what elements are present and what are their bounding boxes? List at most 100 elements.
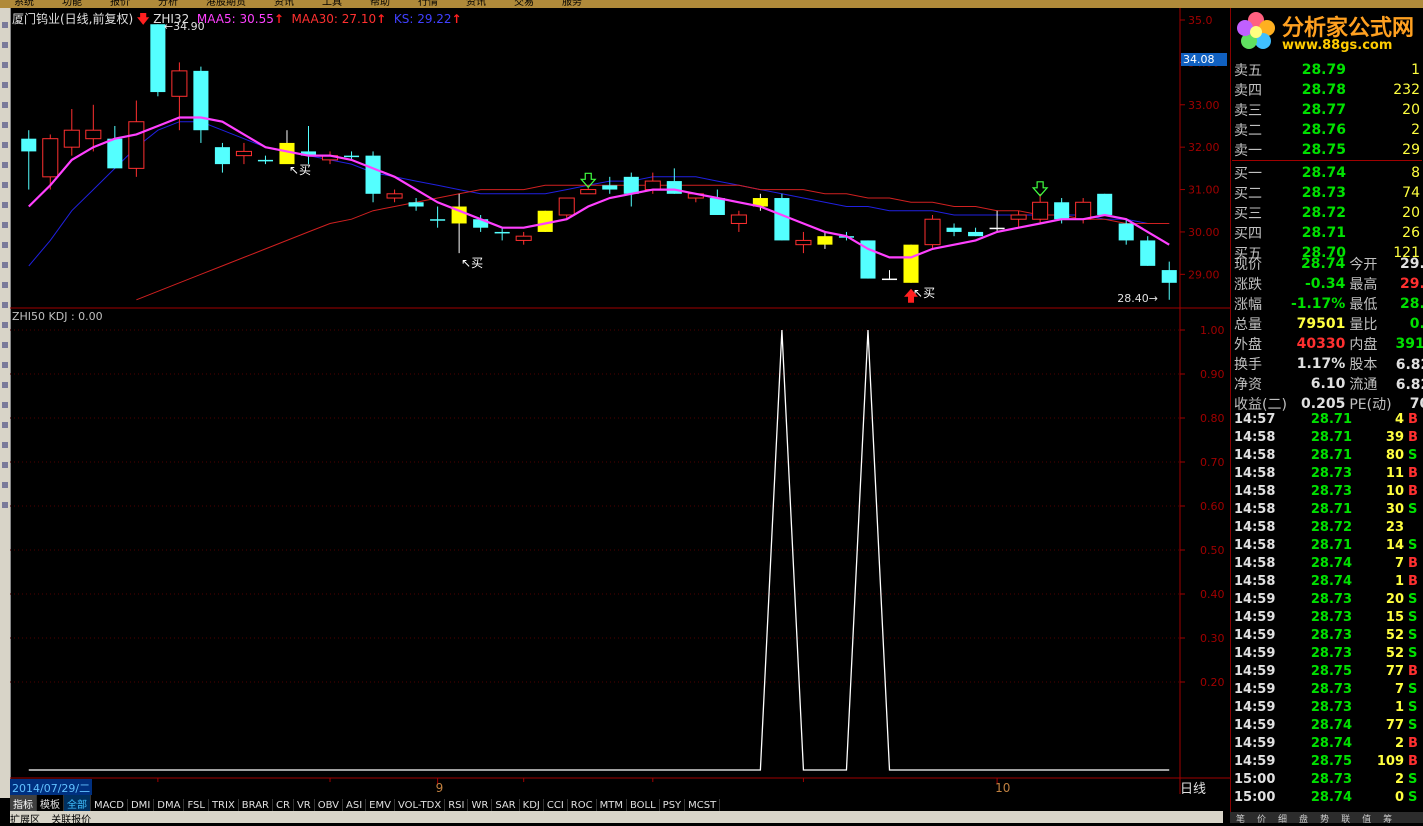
tick-time: 15:00 <box>1234 771 1276 787</box>
menu-item[interactable]: 功能 <box>62 0 82 8</box>
maa30-label: MAA30: 27.10 <box>291 12 377 26</box>
menu-item[interactable]: 港股期货 <box>206 0 246 8</box>
stat-value: 6.10 <box>1310 376 1346 392</box>
right-tab[interactable]: 联 <box>1341 815 1350 825</box>
tick-price: 28.73 <box>1310 591 1352 607</box>
right-tab[interactable]: 值 <box>1362 815 1371 825</box>
tick-side: S <box>1408 681 1418 697</box>
level-volume: 1 <box>1411 62 1420 78</box>
tick-price: 28.74 <box>1310 717 1352 733</box>
right-tab[interactable]: 细 <box>1278 815 1287 825</box>
x-axis-label: 9 <box>436 781 444 794</box>
tick-time: 14:58 <box>1234 429 1276 445</box>
stat-row: 总量 79501量比 0.89 <box>1232 314 1423 334</box>
order-book-row: 卖一 28.75 29 <box>1232 140 1422 161</box>
tick-side: S <box>1408 447 1418 463</box>
tick-volume: 1 <box>1394 573 1404 589</box>
level-label: 卖四 <box>1234 83 1262 99</box>
price-axis-label: 31.00 <box>1188 184 1220 197</box>
menu-item[interactable]: 分析 <box>158 0 178 8</box>
indicator-axis-label: 0.60 <box>1200 500 1225 513</box>
maa30-line <box>136 184 1170 301</box>
candle-body <box>515 235 532 241</box>
menu-bar[interactable]: 系统 功能 报价 分析 港股期货 资讯 工具 帮助 行情 资讯 交易 服务 <box>0 0 1423 8</box>
main-chart-header: 厦门钨业(日线,前复权) 🡇 ZHI32 MAA5: 30.55↑ MAA30:… <box>12 10 462 31</box>
stat-value: -1.17% <box>1290 296 1346 312</box>
menu-item[interactable]: 工具 <box>322 0 342 8</box>
menu-item[interactable]: 服务 <box>562 0 582 8</box>
stat-label: 内盘 <box>1349 337 1378 353</box>
tick-time: 14:59 <box>1234 627 1276 643</box>
indicator-axis-label: 0.20 <box>1200 676 1225 689</box>
tick-side: S <box>1408 627 1418 643</box>
tick-row: 14:58 28.73 11 B <box>1232 464 1422 482</box>
tick-row: 14:58 28.71 80 S <box>1232 446 1422 464</box>
level-price: 28.79 <box>1301 62 1346 78</box>
stat-value: 39171 <box>1395 336 1423 352</box>
level-volume: 8 <box>1411 165 1420 181</box>
tick-price: 28.73 <box>1310 681 1352 697</box>
indicator-tab-模板[interactable]: 模板 <box>37 795 64 812</box>
menu-item[interactable]: 帮助 <box>370 0 390 8</box>
tick-time: 14:59 <box>1234 609 1276 625</box>
tick-row: 14:58 28.71 30 S <box>1232 500 1422 518</box>
level-price: 28.78 <box>1301 82 1346 98</box>
indicator-tab-指标[interactable]: 指标 <box>10 795 37 812</box>
logo-url: www.88gs.com <box>1282 38 1393 53</box>
menu-item[interactable]: 资讯 <box>466 0 486 8</box>
indicator-tab-全部[interactable]: 全部 <box>64 795 91 812</box>
candle-body <box>730 214 747 224</box>
menu-item[interactable]: 报价 <box>110 0 130 8</box>
stat-label: 总量 <box>1234 317 1262 333</box>
menu-item[interactable]: 交易 <box>514 0 534 8</box>
right-tab[interactable]: 盘 <box>1299 815 1308 825</box>
indicator-axis-label: 0.40 <box>1200 588 1225 601</box>
indicator-header: ZHI50 KDJ : 0.00 <box>12 310 103 323</box>
buy-signal-label: ↖买 <box>913 286 935 300</box>
indicator-tabs[interactable]: 指标 模板 全部 MACD DMI DMA FSL TRIX BRAR CR VR OBV ASI EMV… <box>10 795 1223 812</box>
indicator-axis-label: 0.70 <box>1200 456 1225 469</box>
tick-time: 14:59 <box>1234 735 1276 751</box>
indicator-axis-label: 1.00 <box>1200 324 1225 337</box>
tick-row: 14:59 28.73 52 S <box>1232 626 1422 644</box>
price-axis-label: 33.00 <box>1188 99 1220 112</box>
right-tab[interactable]: 筹 <box>1383 815 1392 825</box>
tick-list: 14:57 28.71 4 B 14:58 28.71 39 B 14:58 28.71 80 S 14… <box>1232 410 1422 806</box>
menu-item[interactable]: 系统 <box>14 0 34 8</box>
level-label: 卖二 <box>1234 123 1262 139</box>
candle-body <box>42 138 59 178</box>
candle-body <box>235 150 252 157</box>
tick-price: 28.73 <box>1310 699 1352 715</box>
candle-body <box>128 121 145 169</box>
level-label: 买三 <box>1234 206 1262 222</box>
menu-item[interactable]: 行情 <box>418 0 438 8</box>
candle-body <box>881 278 898 281</box>
tick-volume: 14 <box>1385 537 1404 553</box>
tick-volume: 77 <box>1385 663 1404 679</box>
right-panel-tabs[interactable]: 笔价细盘势联值筹 <box>1230 812 1423 825</box>
candle-body <box>1054 202 1070 220</box>
level-volume: 74 <box>1402 185 1420 201</box>
tick-side: B <box>1408 573 1418 589</box>
tick-price: 28.71 <box>1310 447 1352 463</box>
tick-side: B <box>1408 735 1418 751</box>
tick-time: 14:59 <box>1234 645 1276 661</box>
chart-area[interactable]: 35.034.0033.0032.0031.0030.0029.0034.08←… <box>10 8 1230 794</box>
tick-price: 28.71 <box>1310 411 1352 427</box>
tick-time: 14:59 <box>1234 591 1276 607</box>
tick-price: 28.73 <box>1310 627 1352 643</box>
right-tab[interactable]: 价 <box>1257 815 1266 825</box>
footer-bar: 扩展区 关联报价 <box>10 811 1223 826</box>
tick-row: 14:58 28.72 23 <box>1232 518 1422 536</box>
price-axis-label: 29.00 <box>1188 268 1220 281</box>
stat-row: 涨跌 -0.34最高 29.30 <box>1232 274 1423 294</box>
order-book-row: 买一 28.74 8 <box>1232 163 1422 183</box>
related-quote-tab[interactable]: 关联报价 <box>51 815 91 826</box>
tick-time: 14:59 <box>1234 663 1276 679</box>
right-tab[interactable]: 笔 <box>1236 815 1245 825</box>
menu-item[interactable]: 资讯 <box>274 0 294 8</box>
right-tab[interactable]: 势 <box>1320 815 1329 825</box>
quote-stats: 现价 28.74今开 29.08 涨跌 -0.34最高 29.30 涨幅 -1.17%最低 28… <box>1232 254 1423 414</box>
extension-area-tab[interactable]: 扩展区 <box>10 815 40 826</box>
tick-price: 28.74 <box>1310 789 1352 805</box>
